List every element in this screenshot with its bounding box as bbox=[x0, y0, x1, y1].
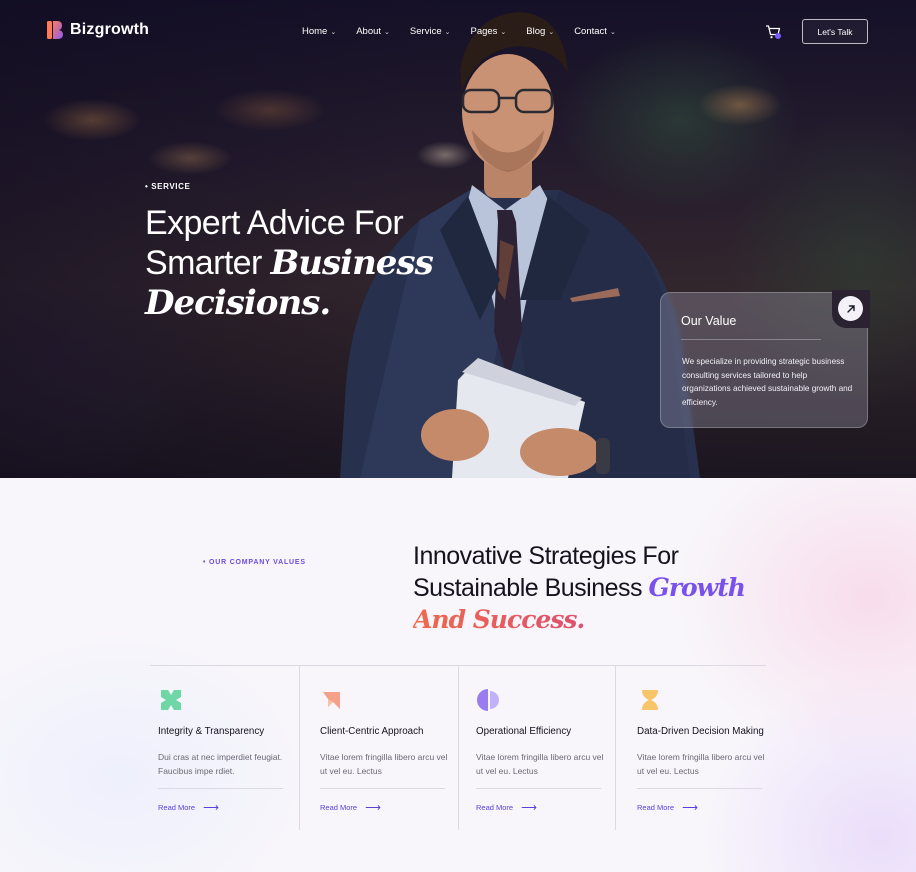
card-title: Operational Efficiency bbox=[476, 726, 572, 737]
logo[interactable]: Bizgrowth bbox=[46, 20, 149, 40]
chevron-down-icon: ⌄ bbox=[330, 28, 337, 36]
nav-item-contact[interactable]: Contact ⌄ bbox=[574, 26, 616, 37]
divider bbox=[299, 666, 300, 830]
chevron-down-icon: ⌄ bbox=[444, 28, 451, 36]
card-description: Vitae lorem fringilla libero arcu vel ut… bbox=[476, 752, 604, 776]
read-more-link[interactable]: Read More ⟶ bbox=[476, 801, 537, 814]
values-title: Innovative Strategies For Sustainable Bu… bbox=[413, 541, 793, 635]
hero-title-line2: Smarter Business bbox=[145, 243, 465, 283]
card-title: Data-Driven Decision Making bbox=[637, 726, 764, 737]
read-more-label: Read More bbox=[476, 803, 514, 812]
read-more-link[interactable]: Read More ⟶ bbox=[637, 801, 698, 814]
hero-title: Expert Advice For Smarter Business Decis… bbox=[145, 203, 465, 323]
hero-title-plain: Smarter bbox=[145, 244, 271, 282]
site-header: Bizgrowth Home ⌄ About ⌄ Service ⌄ Pages ⌄ B… bbox=[0, 0, 916, 64]
card-title: Integrity & Transparency bbox=[158, 726, 265, 737]
values-title-growth: Growth bbox=[648, 573, 745, 602]
lets-talk-button[interactable]: Let's Talk bbox=[802, 19, 868, 44]
hero-eyebrow: • SERVICE bbox=[145, 182, 191, 191]
nav-item-pages[interactable]: Pages ⌄ bbox=[470, 26, 506, 37]
value-card-title: Our Value bbox=[681, 314, 737, 328]
cart-badge bbox=[775, 33, 781, 39]
nav-label: Service bbox=[409, 26, 442, 37]
arrow-right-icon: ⟶ bbox=[203, 802, 219, 814]
read-more-link[interactable]: Read More ⟶ bbox=[320, 801, 381, 814]
chevron-shape-icon bbox=[323, 692, 340, 709]
nav-label: Contact bbox=[574, 26, 607, 37]
divider bbox=[458, 666, 459, 830]
brand-name: Bizgrowth bbox=[70, 21, 150, 38]
card-description: Dui cras at nec imperdiet feugiat. Fauci… bbox=[158, 752, 283, 776]
nav-label: Home bbox=[302, 26, 328, 37]
nav-label: About bbox=[356, 26, 382, 37]
card-description: Vitae lorem fringilla libero arcu vel ut… bbox=[637, 752, 765, 776]
split-circle-icon bbox=[477, 689, 499, 711]
divider bbox=[158, 788, 283, 789]
values-title-plain: Sustainable Business bbox=[413, 574, 649, 602]
hourglass-icon bbox=[642, 690, 658, 710]
values-eyebrow: • OUR COMPANY VALUES bbox=[203, 559, 306, 566]
values-title-line2: Sustainable Business Growth bbox=[413, 572, 793, 604]
card-title: Client-Centric Approach bbox=[320, 726, 424, 737]
divider bbox=[476, 788, 601, 789]
x-shape-icon bbox=[161, 690, 181, 710]
nav-label: Pages bbox=[470, 26, 498, 37]
values-title-line1: Innovative Strategies For bbox=[413, 542, 679, 570]
value-card-client-centric: Client-Centric Approach Vitae lorem frin… bbox=[312, 666, 458, 831]
value-card-data-driven: Data-Driven Decision Making Vitae lorem … bbox=[629, 666, 779, 831]
hero-title-line1: Expert Advice For bbox=[145, 204, 404, 242]
hero-title-line3: Decisions. bbox=[145, 283, 331, 323]
read-more-label: Read More bbox=[158, 803, 196, 812]
nav-item-service[interactable]: Service ⌄ bbox=[410, 26, 451, 37]
arrow-right-icon: ⟶ bbox=[521, 802, 537, 814]
values-title-line3: And Success. bbox=[413, 604, 793, 635]
read-more-label: Read More bbox=[320, 803, 358, 812]
read-more-link[interactable]: Read More ⟶ bbox=[158, 801, 219, 814]
chevron-down-icon: ⌄ bbox=[384, 28, 390, 36]
value-card-operational: Operational Efficiency Vitae lorem fring… bbox=[468, 666, 615, 831]
chevron-down-icon: ⌄ bbox=[500, 28, 507, 36]
arrow-up-right-icon bbox=[846, 304, 855, 313]
value-card-description: We specialize in providing strategic bus… bbox=[682, 357, 853, 407]
chevron-down-icon: ⌄ bbox=[609, 28, 616, 36]
logo-icon bbox=[47, 21, 63, 39]
divider bbox=[637, 788, 762, 789]
read-more-label: Read More bbox=[637, 803, 675, 812]
nav-item-home[interactable]: Home ⌄ bbox=[302, 26, 336, 37]
main-nav: Home ⌄ About ⌄ Service ⌄ Pages ⌄ Blog ⌄ Conta… bbox=[302, 26, 636, 37]
hero-section: Bizgrowth Home ⌄ About ⌄ Service ⌄ Pages ⌄ B… bbox=[0, 0, 916, 478]
hero-title-italic: Business bbox=[270, 243, 434, 283]
arrow-up-right-button[interactable] bbox=[838, 296, 863, 321]
divider bbox=[320, 788, 445, 789]
arrow-right-icon: ⟶ bbox=[682, 802, 698, 814]
nav-item-blog[interactable]: Blog ⌄ bbox=[526, 26, 554, 37]
nav-item-about[interactable]: About ⌄ bbox=[356, 26, 390, 37]
value-card-integrity: Integrity & Transparency Dui cras at nec… bbox=[150, 666, 299, 831]
divider bbox=[681, 339, 821, 340]
chevron-down-icon: ⌄ bbox=[548, 28, 555, 36]
arrow-right-icon: ⟶ bbox=[365, 802, 381, 814]
card-description: Vitae lorem fringilla libero arcu vel ut… bbox=[320, 752, 448, 776]
nav-label: Blog bbox=[526, 26, 546, 37]
divider bbox=[615, 666, 616, 830]
